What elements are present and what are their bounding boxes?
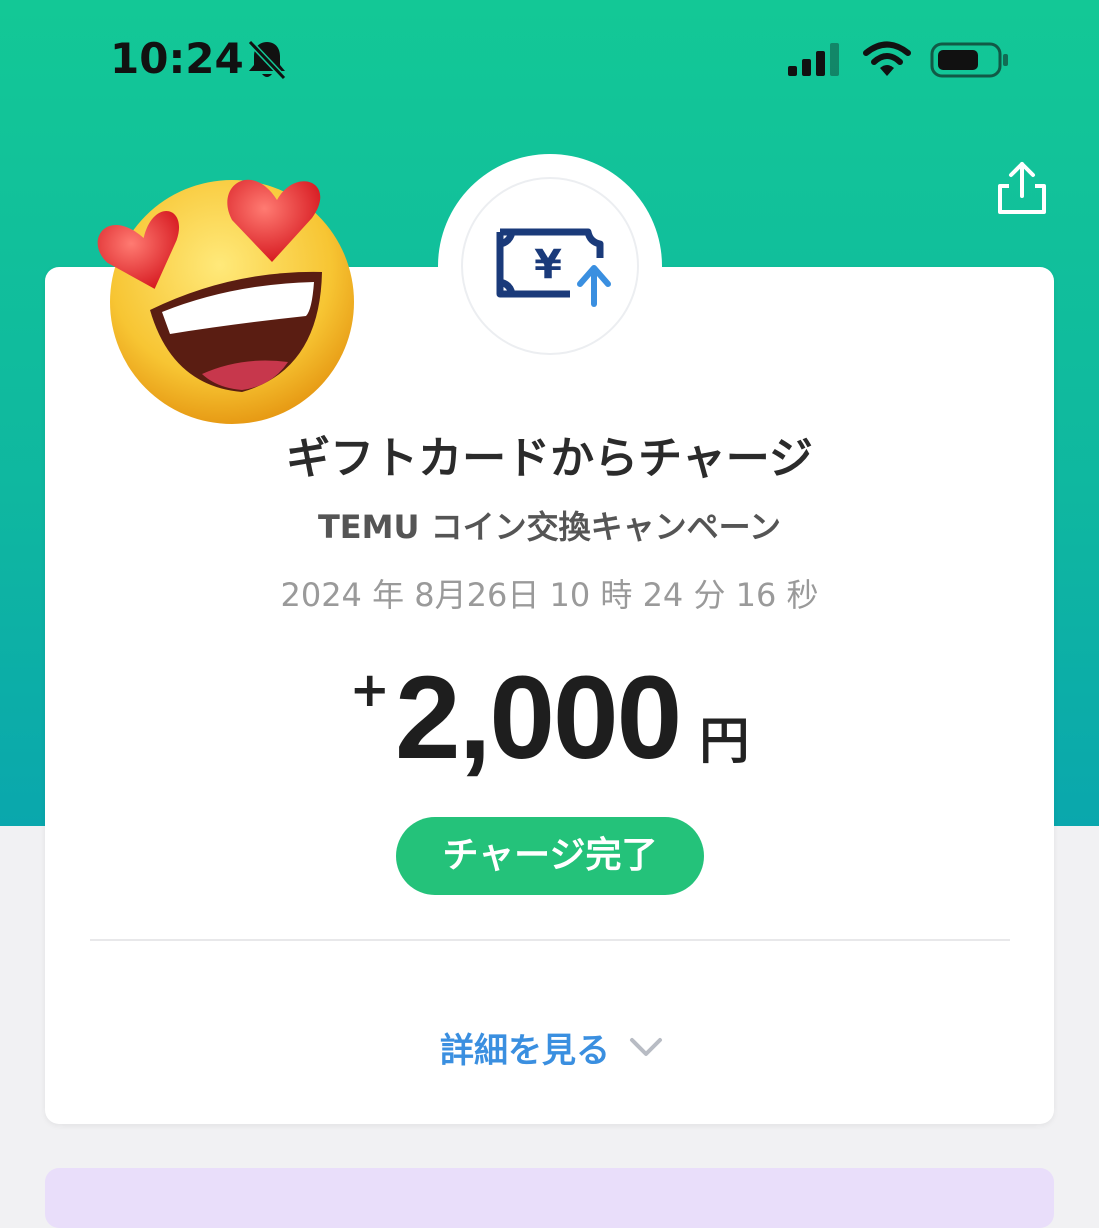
battery-icon [930, 42, 1008, 78]
signal-icon [788, 43, 839, 76]
share-icon[interactable] [995, 160, 1049, 216]
amount-sign: + [349, 662, 390, 718]
wifi-icon [863, 41, 911, 76]
next-card [45, 1168, 1054, 1228]
transaction-title: ギフトカードからチャージ [286, 433, 813, 484]
amount-currency: 円 [699, 712, 750, 770]
details-label: 詳細を見る [440, 1030, 610, 1071]
svg-text:¥: ¥ [534, 242, 562, 288]
yen-charge-icon: ¥ [496, 228, 611, 307]
heart-eyes-emoji [97, 179, 354, 424]
status-bar: 10:24 [0, 0, 1099, 120]
status-time: 10:24 [110, 34, 244, 83]
transaction-subtitle: TEMU コイン交換キャンペーン [317, 508, 782, 546]
chevron-down-icon [630, 1038, 662, 1056]
transaction-datetime: 2024 年 8月26日 10 時 24 分 16 秒 [280, 576, 819, 614]
bell-slash-icon [247, 39, 287, 81]
amount-value: 2,000 [394, 652, 682, 784]
status-badge: チャージ完了 [396, 817, 704, 895]
divider [90, 939, 1010, 941]
view-details-link[interactable]: 詳細を見る [440, 1022, 664, 1072]
amount-row: + 2,000 円 [0, 650, 1099, 784]
